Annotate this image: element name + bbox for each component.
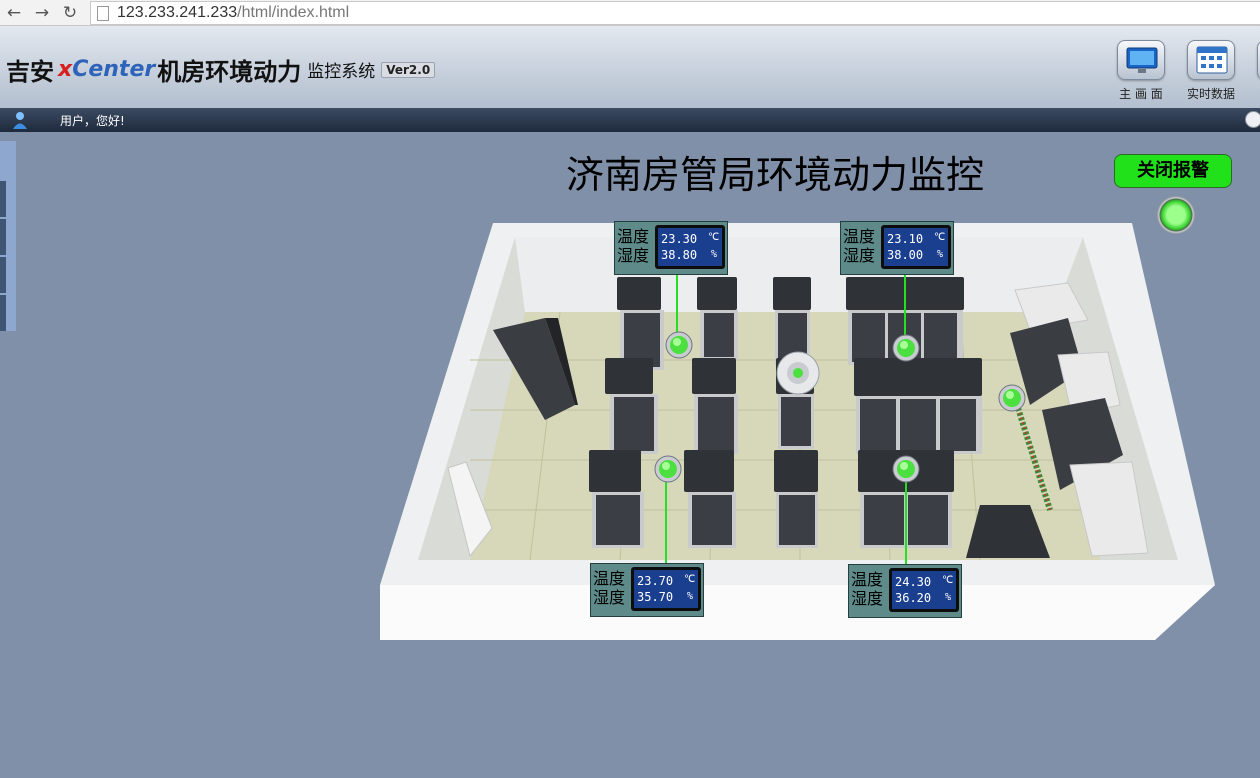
sensor-lcd: 23.30 ℃ 38.80 % (655, 225, 725, 269)
water-leak-status-icon[interactable] (998, 384, 1026, 412)
humidity-unit: % (937, 249, 944, 260)
temp-humidity-sensor[interactable]: 温度 湿度 23.10 ℃ 38.00 % (840, 221, 954, 275)
temp-humidity-sensor[interactable]: 温度 湿度 23.70 ℃ 35.70 % (590, 563, 704, 617)
room-wall-front (380, 585, 1215, 640)
humidity-value: 35.70 (637, 590, 674, 604)
sensor-lcd: 23.70 ℃ 35.70 % (631, 567, 701, 611)
humidity-unit: % (687, 591, 694, 602)
sensor-1-status-icon[interactable] (665, 331, 693, 359)
temperature-unit: ℃ (708, 232, 720, 243)
server-room-map (380, 223, 1215, 640)
humidity-unit: % (711, 249, 718, 260)
humidity-label: 湿度 (851, 589, 884, 608)
humidity-value: 38.00 (887, 248, 924, 262)
sensor-2-status-icon[interactable] (892, 334, 920, 362)
temperature-label: 温度 (617, 227, 650, 246)
temp-humidity-sensor[interactable]: 温度 湿度 24.30 ℃ 36.20 % (848, 564, 962, 618)
humidity-unit: % (945, 592, 952, 603)
temperature-value: 23.30 (661, 232, 698, 246)
temperature-label: 温度 (843, 227, 876, 246)
temperature-unit: ℃ (942, 575, 954, 586)
temperature-unit: ℃ (934, 232, 946, 243)
temperature-label: 温度 (851, 570, 884, 589)
sensor-lcd: 24.30 ℃ 36.20 % (889, 568, 959, 612)
sensor-4-status-icon[interactable] (892, 455, 920, 483)
humidity-value: 38.80 (661, 248, 698, 262)
sensor-lcd: 23.10 ℃ 38.00 % (881, 225, 951, 269)
temperature-label: 温度 (593, 569, 626, 588)
humidity-label: 湿度 (593, 588, 626, 607)
temperature-value: 23.10 (887, 232, 924, 246)
temperature-value: 23.70 (637, 574, 674, 588)
sensor-3-status-icon[interactable] (654, 455, 682, 483)
temp-humidity-sensor[interactable]: 温度 湿度 23.30 ℃ 38.80 % (614, 221, 728, 275)
humidity-label: 湿度 (617, 246, 650, 265)
humidity-value: 36.20 (895, 591, 932, 605)
temperature-value: 24.30 (895, 575, 932, 589)
humidity-label: 湿度 (843, 246, 876, 265)
smoke-detector-icon[interactable] (776, 351, 820, 395)
temperature-unit: ℃ (684, 574, 696, 585)
